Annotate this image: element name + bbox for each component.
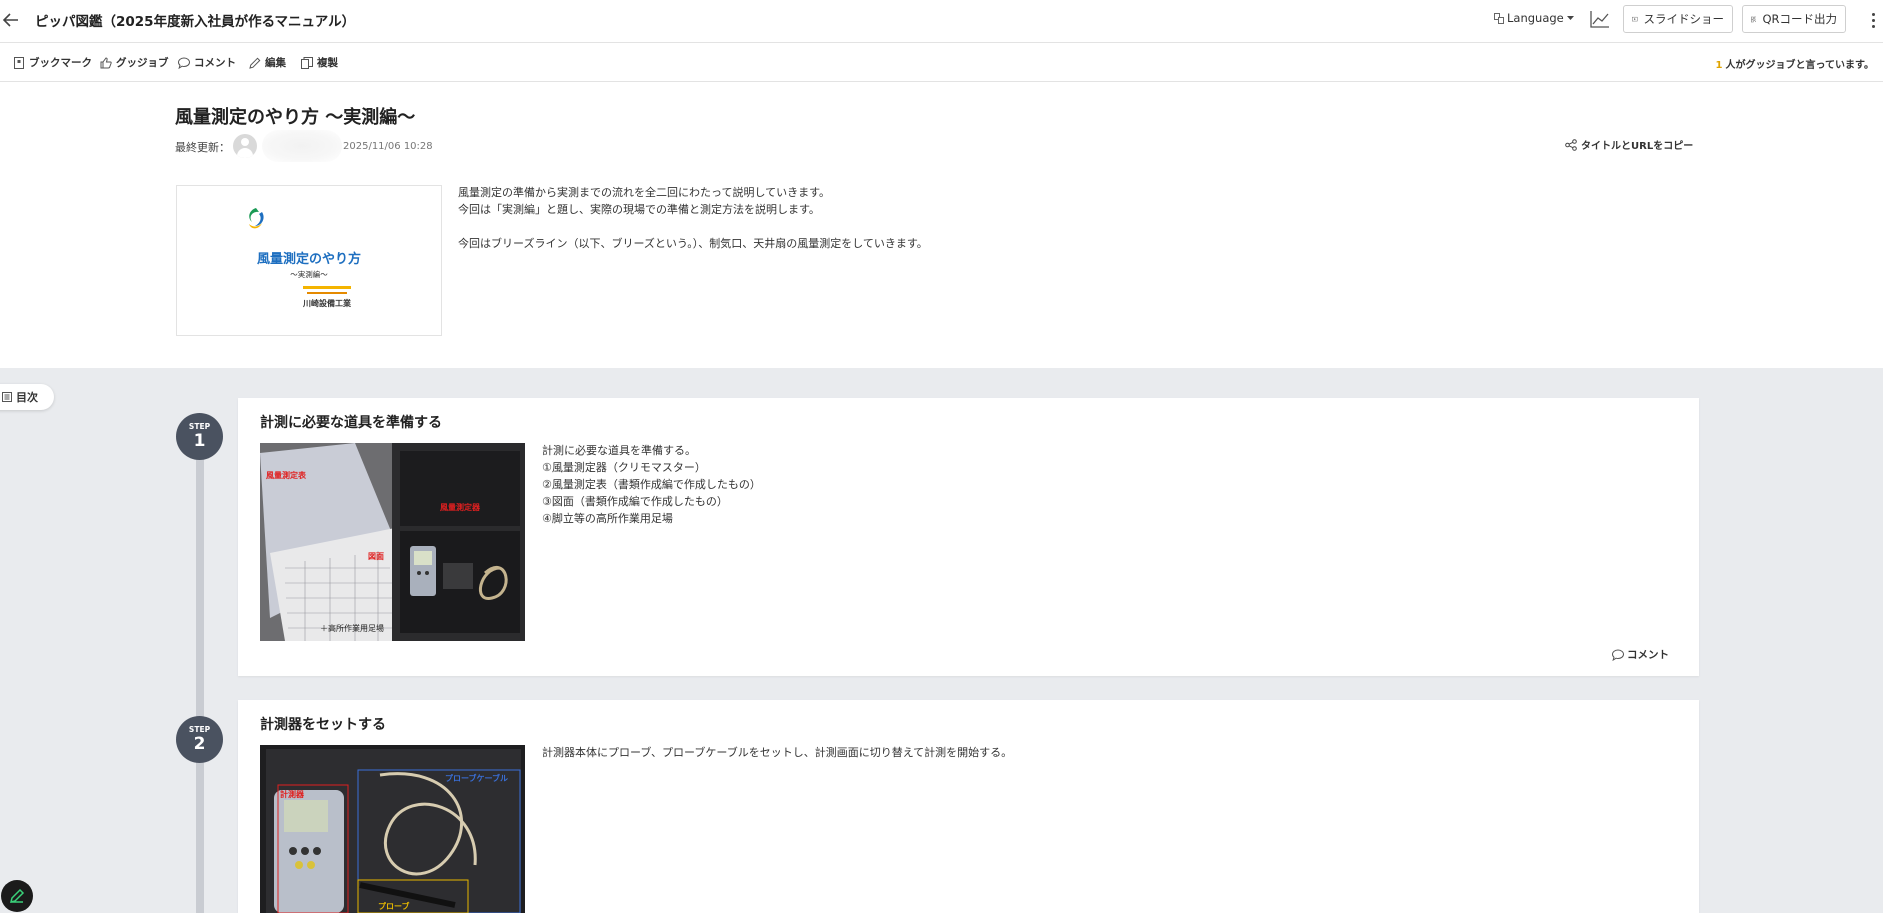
step-text-line: ②風量測定表（書類作成編で作成したもの）: [542, 478, 761, 491]
qr-code-button[interactable]: QRコード出力: [1742, 5, 1846, 33]
cover-decoration-line: [303, 286, 351, 289]
copy-title-url-label: タイトルとURLをコピー: [1581, 141, 1694, 152]
comment-button[interactable]: コメント: [178, 55, 236, 70]
duplicate-button[interactable]: 複製: [301, 55, 338, 70]
image-label: プローブ: [378, 901, 410, 911]
step-text-line: ①風量測定器（クリモマスター）: [542, 461, 706, 474]
step-text-line: 計測に必要な道具を準備する。: [542, 444, 696, 457]
company-logo-icon: [249, 208, 264, 229]
image-label: ＋高所作業用足場: [320, 623, 384, 633]
step-title: 計測器をセットする: [260, 717, 386, 733]
step-timeline: [196, 448, 204, 913]
pencil-icon: [9, 888, 25, 904]
app-title: ピッパ図鑑（2025年度新入社員が作るマニュアル）: [35, 14, 356, 30]
image-label: 図面: [368, 552, 384, 561]
gujjob-button[interactable]: グッジョブ: [100, 55, 169, 70]
step-comment-button[interactable]: コメント: [1612, 647, 1669, 662]
step-text-line: 計測器本体にプローブ、プローブケーブルをセットし、計測画面に切り替えて計測を開始…: [542, 746, 1013, 759]
step-card: 計測に必要な道具を準備する 風量測定表 風量測定器 図面 ＋高所作業用足場 計測…: [238, 398, 1699, 676]
step-label: STEP: [188, 422, 211, 431]
gujjob-label: グッジョブ: [116, 57, 169, 69]
share-icon: [1565, 138, 1577, 151]
bookmark-button[interactable]: ブックマーク: [13, 55, 92, 70]
step-comment-label: コメント: [1627, 649, 1669, 661]
tools-photo: 風量測定表 風量測定器 図面 ＋高所作業用足場: [260, 443, 525, 641]
duplicate-label: 複製: [317, 57, 338, 69]
step-description: 計測器本体にプローブ、プローブケーブルをセットし、計測画面に切り替えて計測を開始…: [542, 744, 1012, 761]
step-text-line: ③図面（書類作成編で作成したもの）: [542, 495, 728, 508]
gujjob-count: 1: [1715, 60, 1723, 71]
comment-icon: [1612, 648, 1624, 661]
updated-date: 2025/11/06 10:28: [343, 141, 433, 152]
step-image[interactable]: 計測器 プローブケーブル プローブ: [260, 745, 525, 913]
caret-down-icon: [1566, 15, 1574, 20]
gujjob-suffix: 人がグッジョブと言っています。: [1725, 60, 1875, 71]
cover-company-name: 川崎設備工業: [303, 299, 351, 308]
image-label: 風量測定表: [266, 470, 307, 480]
pencil-icon: [249, 57, 261, 69]
step-badge: STEP 1: [176, 413, 223, 460]
intro-line: 今回はブリーズライン（以下、ブリーズという。）、制気口、天井扇の風量測定をしてい…: [458, 237, 928, 250]
translate-icon: [1494, 12, 1504, 24]
top-bar: ピッパ図鑑（2025年度新入社員が作るマニュアル） Language スライドシ…: [0, 0, 1883, 43]
intro-line: 風量測定の準備から実測までの流れを全二回にわたって説明していきます。: [458, 186, 831, 199]
copy-icon: [301, 56, 313, 69]
comment-icon: [178, 56, 190, 69]
language-label: Language: [1507, 11, 1564, 25]
back-arrow-icon[interactable]: [2, 10, 20, 30]
slideshow-icon: [1632, 16, 1638, 21]
image-label: プローブケーブル: [445, 773, 508, 783]
cover-title: 風量測定のやり方: [256, 252, 361, 267]
cover-subtitle: ～実測編～: [290, 270, 328, 279]
action-bar: ブックマーク グッジョブ コメント 編集 複製 1 人がグッジョブと言っています。: [0, 44, 1883, 82]
step-number: 1: [193, 431, 206, 451]
avatar[interactable]: [233, 134, 257, 158]
gujjob-count-text: 1 人がグッジョブと言っています。: [1716, 56, 1874, 71]
step-text-line: ④脚立等の高所作業用足場: [542, 512, 673, 525]
more-menu-icon[interactable]: [1868, 8, 1878, 32]
edit-fab-button[interactable]: [1, 880, 33, 912]
step-label: STEP: [188, 725, 211, 734]
bookmark-icon: [14, 56, 24, 69]
comment-label: コメント: [194, 57, 236, 69]
image-label: 風量測定器: [440, 502, 481, 512]
copy-title-url-button[interactable]: タイトルとURLをコピー: [1565, 137, 1693, 152]
step-badge: STEP 2: [176, 716, 223, 763]
step-description: 計測に必要な道具を準備する。 ①風量測定器（クリモマスター） ②風量測定表（書類…: [542, 442, 761, 527]
edit-label: 編集: [265, 57, 286, 69]
step-number: 2: [193, 734, 206, 754]
thumbs-up-icon: [100, 56, 112, 68]
intro-line: [458, 218, 928, 235]
author-name-blurred: [262, 130, 342, 162]
updated-label: 最終更新：: [175, 141, 230, 154]
qr-code-icon: [1751, 16, 1757, 22]
list-icon: [2, 392, 12, 402]
toc-button[interactable]: 目次: [0, 384, 54, 410]
toc-label: 目次: [16, 391, 38, 404]
slideshow-label: スライドショー: [1643, 12, 1725, 26]
step-title: 計測に必要な道具を準備する: [260, 415, 442, 431]
cover-decoration-line: [307, 292, 347, 294]
device-photo: 計測器 プローブケーブル プローブ: [260, 745, 525, 913]
cover-image[interactable]: 風量測定のやり方 ～実測編～ 川崎設備工業: [176, 185, 442, 336]
image-label: 計測器: [280, 789, 305, 799]
qr-code-label: QRコード出力: [1762, 12, 1837, 26]
intro-text: 風量測定の準備から実測までの流れを全二回にわたって説明していきます。 今回は「実…: [458, 184, 928, 252]
step-image[interactable]: 風量測定表 風量測定器 図面 ＋高所作業用足場: [260, 443, 525, 641]
intro-line: 今回は「実測編」と題し、実際の現場での準備と測定方法を説明します。: [458, 203, 820, 216]
bookmark-label: ブックマーク: [29, 57, 92, 69]
page-title: 風量測定のやり方 ～実測編～: [175, 107, 416, 128]
step-card: 計測器をセットする 計測器 プローブケーブル プローブ 計測器本体にプローブ、プ…: [238, 700, 1699, 913]
slideshow-button[interactable]: スライドショー: [1623, 5, 1733, 33]
edit-button[interactable]: 編集: [249, 55, 286, 70]
analytics-chart-icon[interactable]: [1590, 9, 1610, 29]
language-selector[interactable]: Language: [1494, 11, 1574, 25]
